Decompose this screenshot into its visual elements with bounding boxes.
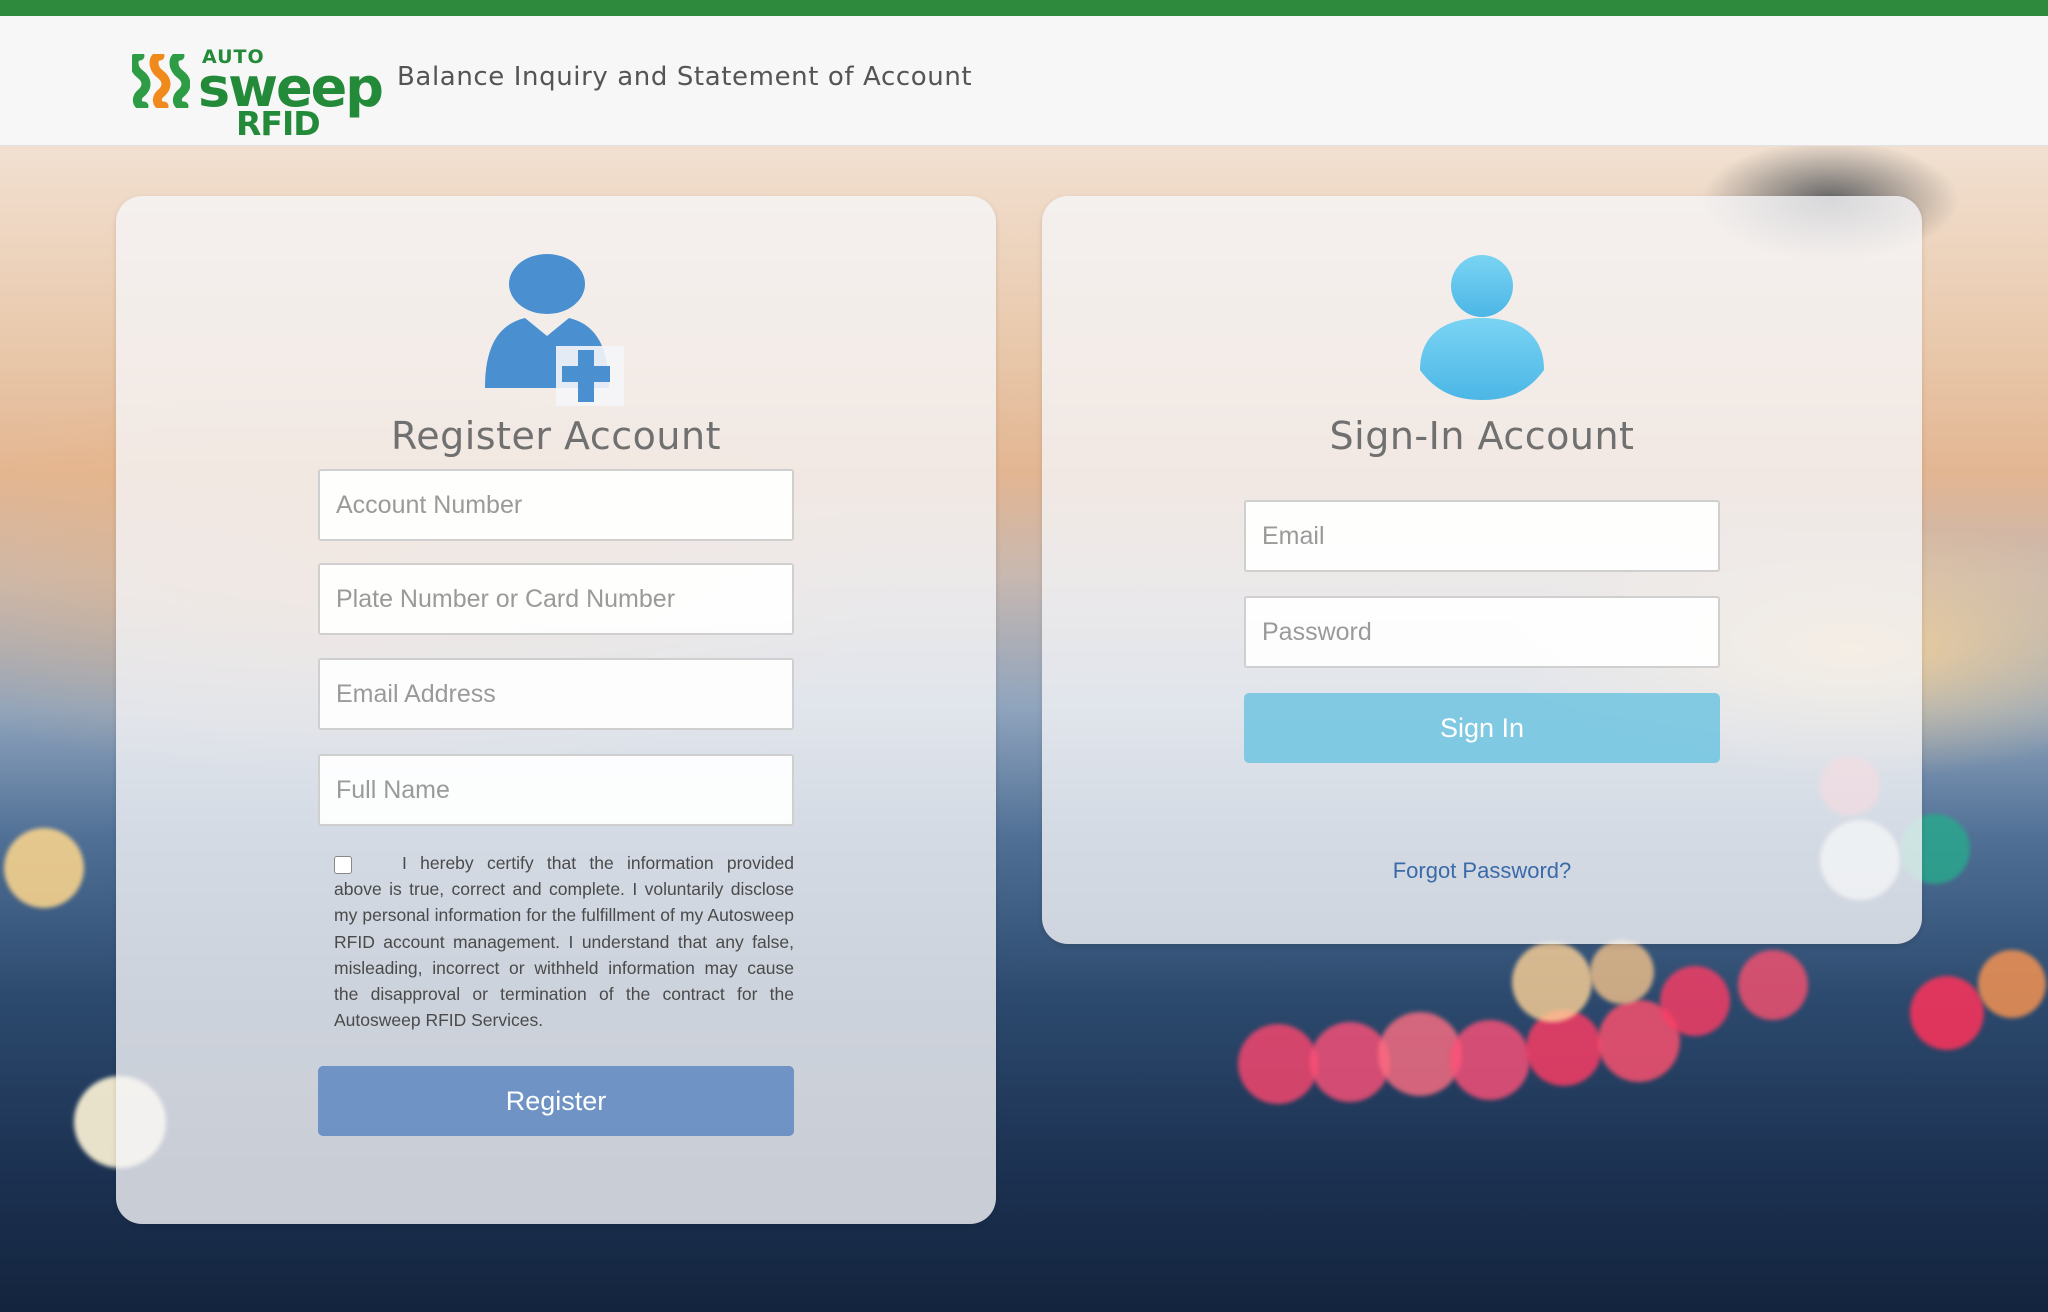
bokeh-light [1512, 942, 1592, 1022]
signin-password-input[interactable] [1244, 596, 1720, 668]
certify-checkbox[interactable] [334, 856, 352, 874]
bokeh-light [1590, 940, 1654, 1004]
register-button[interactable]: Register [318, 1066, 794, 1136]
autosweep-rfid-logo[interactable]: AUTO sweep RFID [132, 34, 384, 146]
forgot-password-link[interactable]: Forgot Password? [1042, 858, 1922, 884]
signin-panel: Sign-In Account Sign In Forgot Password? [1042, 196, 1922, 944]
bokeh-light [1978, 950, 2046, 1018]
add-user-icon [485, 254, 624, 406]
email-address-input[interactable] [318, 658, 794, 730]
account-number-input[interactable] [318, 469, 794, 541]
bokeh-light [1526, 1010, 1602, 1086]
logo-text-rfid: RFID [236, 104, 321, 143]
plate-or-card-number-input[interactable] [318, 563, 794, 635]
page-title: Balance Inquiry and Statement of Account [397, 62, 973, 92]
site-header: AUTO sweep RFID Balance Inquiry and Stat… [0, 16, 2048, 146]
certification-block: I hereby certify that the information pr… [318, 850, 794, 1033]
certification-text: I hereby certify that the information pr… [334, 853, 794, 1031]
bokeh-light [1738, 950, 1808, 1020]
register-panel: Register Account I hereby certify that t… [116, 196, 996, 1224]
register-title: Register Account [391, 414, 721, 458]
bokeh-light [1910, 976, 1984, 1050]
user-icon [1420, 255, 1544, 400]
bokeh-light [4, 828, 84, 908]
signin-title: Sign-In Account [1329, 414, 1635, 458]
bokeh-light [1238, 1024, 1318, 1104]
bokeh-light [1450, 1020, 1530, 1100]
signin-button[interactable]: Sign In [1244, 693, 1720, 763]
signin-email-input[interactable] [1244, 500, 1720, 572]
bokeh-light [1660, 966, 1730, 1036]
top-accent-bar [0, 0, 2048, 16]
autosweep-logo-mark-icon [132, 54, 190, 108]
full-name-input[interactable] [318, 754, 794, 826]
